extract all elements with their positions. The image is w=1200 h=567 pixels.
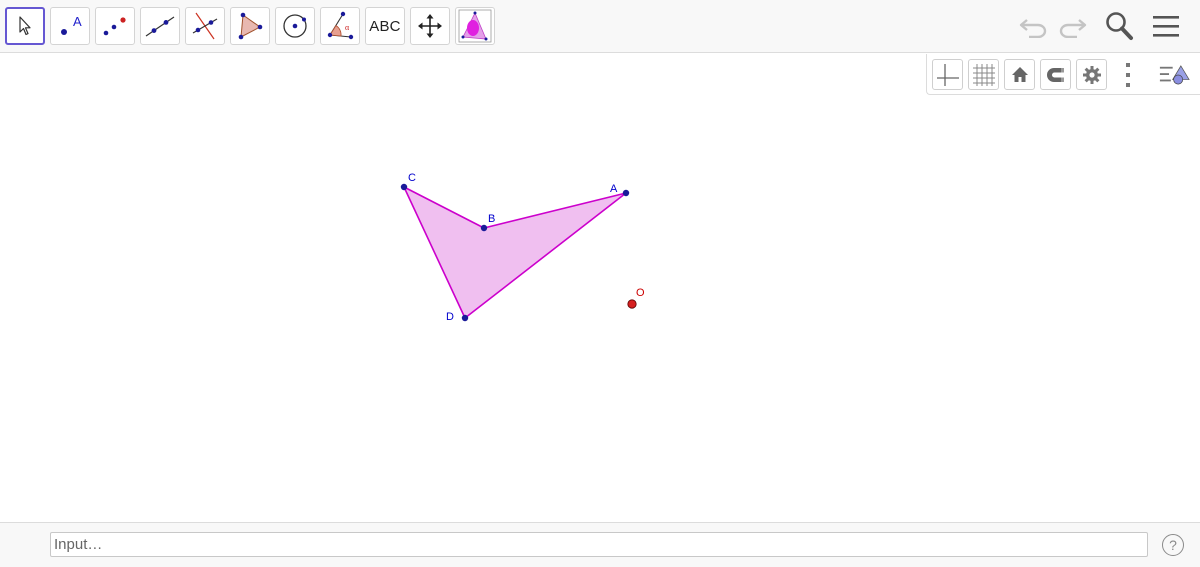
point-a[interactable] xyxy=(622,189,630,197)
polygon-cbad[interactable] xyxy=(403,186,627,319)
point-b-label: B xyxy=(488,213,495,225)
point-o[interactable] xyxy=(627,299,637,309)
point-c-label: C xyxy=(408,172,416,184)
point-a-label: A xyxy=(610,183,618,195)
style-bar xyxy=(926,54,1200,95)
axes-icon xyxy=(936,63,959,86)
input-help-button[interactable]: ? xyxy=(1162,534,1184,556)
settings-button[interactable] xyxy=(1076,59,1107,90)
point-o-label: O xyxy=(636,287,645,299)
magnet-icon xyxy=(1046,67,1064,82)
grid-toggle-button[interactable] xyxy=(968,59,999,90)
axes-toggle-button[interactable] xyxy=(932,59,963,90)
point-capturing-button[interactable] xyxy=(1040,59,1071,90)
point-d-label: D xyxy=(446,311,454,323)
standard-view-button[interactable] xyxy=(1004,59,1035,90)
geogebra-app: A α ABC C B A D O Input… ? xyxy=(0,0,1200,567)
input-bar: ? xyxy=(0,522,1200,567)
graphics-view[interactable]: C B A D O xyxy=(0,54,1200,522)
point-b[interactable] xyxy=(480,224,488,232)
more-options-button[interactable] xyxy=(1112,59,1143,90)
home-icon xyxy=(1011,66,1028,82)
point-c[interactable] xyxy=(400,183,408,191)
grid-icon xyxy=(972,63,995,86)
view-menu-icon xyxy=(1159,64,1190,84)
algebra-input-field[interactable] xyxy=(50,532,1148,557)
view-menu-button[interactable] xyxy=(1159,59,1190,90)
more-vert-icon xyxy=(1125,62,1130,87)
point-d[interactable] xyxy=(461,314,469,322)
gear-icon xyxy=(1082,65,1101,84)
